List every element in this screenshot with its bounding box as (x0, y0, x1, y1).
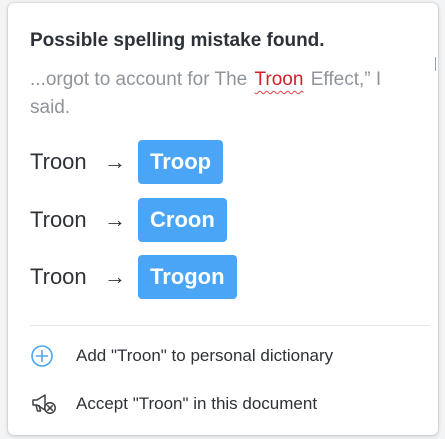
suggestion-row: Troon → Troop (30, 140, 224, 184)
context-before: ...orgot to account for The (30, 69, 248, 90)
context-snippet: ...orgot to account for The Troon Effect… (30, 66, 420, 122)
suggestion-button-croon[interactable]: Croon (138, 198, 227, 242)
suggestion-original-word: Troon (30, 149, 87, 174)
divider (30, 325, 430, 326)
misspelled-word: Troon (254, 69, 304, 90)
add-to-dictionary-label: Add "Troon" to personal dictionary (76, 346, 334, 365)
suggestion-button-trogon[interactable]: Trogon (138, 255, 237, 299)
suggestion-row: Troon → Croon (30, 198, 227, 242)
accept-in-document-label: Accept "Troon" in this document (76, 394, 318, 413)
arrow-right-icon: → (104, 149, 126, 174)
spelling-popup: Possible spelling mistake found. ...orgo… (8, 3, 438, 435)
add-to-dictionary-action[interactable]: Add "Troon" to personal dictionary (30, 342, 333, 370)
arrow-right-icon: → (104, 264, 126, 289)
suggestion-row: Troon → Trogon (30, 255, 237, 299)
arrow-right-icon: → (104, 207, 126, 232)
suggestion-button-troop[interactable]: Troop (138, 140, 224, 184)
suggestion-original-word: Troon (30, 264, 87, 289)
accept-in-document-action[interactable]: Accept "Troon" in this document (30, 390, 317, 418)
megaphone-dismiss-icon (30, 390, 60, 418)
popup-title: Possible spelling mistake found. (30, 30, 325, 51)
add-circle-icon (30, 342, 60, 370)
suggestion-original-word: Troon (30, 207, 87, 232)
scroll-edge-marker (435, 57, 436, 71)
